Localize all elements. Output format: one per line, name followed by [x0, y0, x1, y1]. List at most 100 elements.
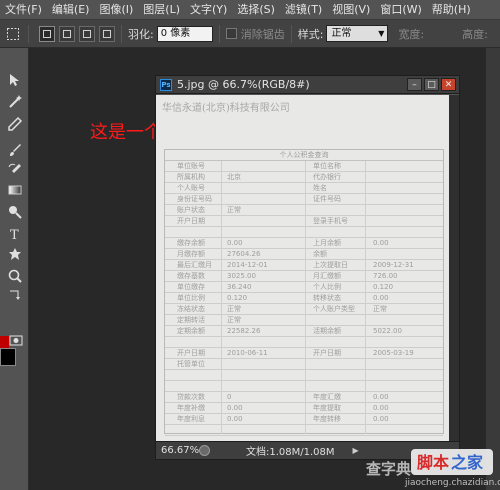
scan-table-cell: 0	[227, 393, 232, 401]
minimize-button[interactable]: –	[407, 78, 422, 91]
maximize-icon: □	[427, 79, 436, 90]
custom-shape-tool[interactable]	[5, 244, 25, 264]
document-scrollbar[interactable]	[449, 95, 459, 442]
scan-company-name: 华信永道(北京)科技有限公司	[162, 103, 290, 114]
menu-select[interactable]: 选择(S)	[232, 0, 280, 20]
zoom-level[interactable]: 66.67%	[161, 445, 199, 456]
scan-table-cell: 0.00	[227, 239, 243, 247]
swap-colors-button[interactable]	[5, 286, 25, 306]
menu-window[interactable]: 窗口(W)	[375, 0, 426, 20]
swap-colors-icon	[10, 290, 20, 300]
zoom-tool[interactable]	[5, 266, 25, 286]
menu-filter[interactable]: 滤镜(T)	[280, 0, 327, 20]
window-controls: – □ ✕	[407, 78, 456, 91]
close-icon: ✕	[444, 79, 453, 90]
scan-table-row	[165, 227, 443, 238]
scan-table-cell: 正常	[227, 305, 241, 313]
options-bar: 羽化: 0 像素 消除锯齿 样式: 正常 ▼ 宽度: 高度:	[0, 20, 500, 48]
eyedropper-tool[interactable]	[5, 114, 25, 134]
status-menu-arrow-icon[interactable]: ▶	[353, 446, 359, 455]
scan-table-cell: 身份证号码	[177, 195, 212, 203]
quick-mask-button[interactable]	[6, 330, 26, 350]
history-brush-tool[interactable]	[5, 160, 25, 180]
subtract-from-selection-button[interactable]	[79, 25, 95, 42]
new-selection-button[interactable]	[39, 25, 55, 42]
feather-input[interactable]: 0 像素	[156, 25, 213, 42]
menu-edit[interactable]: 编辑(E)	[47, 0, 95, 20]
menu-bar: 文件(F) 编辑(E) 图像(I) 图层(L) 文字(Y) 选择(S) 滤镜(T…	[0, 0, 500, 20]
add-to-selection-button[interactable]	[59, 25, 75, 42]
feather-label: 羽化:	[128, 27, 154, 41]
marquee-tool-icon	[7, 27, 19, 40]
quick-mask-icon	[9, 335, 23, 346]
scan-table-cell: 22582.26	[227, 327, 261, 335]
scan-table-cell: 0.00	[373, 404, 389, 412]
menu-view[interactable]: 视图(V)	[327, 0, 375, 20]
scan-table-cell: 3025.00	[227, 272, 256, 280]
scan-table-cell: 开户日期	[177, 349, 205, 357]
scan-table-cell: 姓名	[313, 184, 327, 192]
svg-text:脚本: 脚本	[417, 453, 449, 472]
tool-preset-picker[interactable]	[4, 25, 22, 43]
scan-table-cell: 年度利息	[177, 415, 205, 423]
scan-table-cell: 正常	[373, 305, 387, 313]
scan-column-line	[221, 161, 222, 434]
scan-table-cell: 0.00	[373, 239, 389, 247]
scan-table-row: 最后汇缴月 2014-12-01 上次提取日 2009-12-31	[165, 260, 443, 271]
dodge-tool[interactable]	[5, 202, 25, 222]
scan-table-cell: 月汇缴额	[313, 272, 341, 280]
background-color-swatch[interactable]	[0, 348, 16, 366]
scan-table-cell: 上次提取日	[313, 261, 348, 269]
document-canvas[interactable]: 华信永道(北京)科技有限公司 个人公积金查询 单位账号 单位名称 所属机构 北京 代办银…	[156, 95, 459, 442]
status-info-icon[interactable]	[199, 445, 210, 456]
type-tool[interactable]: T	[5, 224, 25, 244]
magic-wand-icon	[9, 95, 22, 108]
scan-table-row	[165, 370, 443, 381]
eyedropper-icon	[8, 116, 23, 131]
menu-file[interactable]: 文件(F)	[0, 0, 47, 20]
menu-layer[interactable]: 图层(L)	[138, 0, 185, 20]
scan-table-row: 单位账号 单位名称	[165, 161, 443, 172]
scan-table-cell: 托管单位	[177, 360, 205, 368]
menu-type[interactable]: 文字(Y)	[185, 0, 232, 20]
maximize-button[interactable]: □	[424, 78, 439, 91]
chevron-down-icon: ▼	[378, 29, 385, 38]
scan-table-row	[165, 425, 443, 436]
brush-tool[interactable]	[5, 140, 25, 160]
close-button[interactable]: ✕	[441, 78, 456, 91]
separator	[218, 24, 220, 43]
scan-table-cell: 缴存余额	[177, 239, 205, 247]
move-tool[interactable]	[5, 70, 25, 90]
gradient-icon	[8, 185, 22, 195]
menu-help[interactable]: 帮助(H)	[427, 0, 476, 20]
scan-table-cell: 北京	[227, 173, 241, 181]
antialias-checkbox[interactable]	[225, 28, 237, 39]
style-select[interactable]: 正常 ▼	[326, 25, 389, 42]
scan-table-cell: 月缴存额	[177, 250, 205, 258]
magic-wand-tool[interactable]	[5, 92, 25, 112]
gradient-tool[interactable]	[5, 180, 25, 200]
scan-table-cell: 余额	[313, 250, 327, 258]
scan-table-cell: 个人账号	[177, 184, 205, 192]
scan-table-row: 开户日期 2010-06-11 开户日期 2005-03-19	[165, 348, 443, 359]
menu-image[interactable]: 图像(I)	[94, 0, 138, 20]
scan-table-row: 定期转活 正常	[165, 315, 443, 326]
style-label: 样式:	[297, 27, 324, 41]
scan-form-title: 个人公积金查询	[165, 150, 443, 161]
separator	[28, 24, 29, 43]
scan-table-row: 账户状态 正常	[165, 205, 443, 216]
scan-table-cell: 0.00	[227, 404, 243, 412]
scan-table-row: 单位缴存 36.240 个人比例 0.120	[165, 282, 443, 293]
scan-table-cell: 年度补缴	[177, 404, 205, 412]
scan-table-row: 年度补缴 0.00 年度提取 0.00	[165, 403, 443, 414]
scan-table-cell: 0.00	[227, 415, 243, 423]
document-title-bar[interactable]: Ps 5.jpg @ 66.7%(RGB/8#) – □ ✕	[156, 76, 459, 94]
intersect-selection-button[interactable]	[99, 25, 115, 42]
scan-table-row: 所属机构 北京 代办银行	[165, 172, 443, 183]
antialias-label: 消除锯齿	[240, 27, 285, 41]
scan-table-cell: 代办银行	[313, 173, 341, 181]
width-label: 宽度:	[398, 27, 425, 41]
scan-table-cell: 开户日期	[177, 217, 205, 225]
scan-column-line	[305, 161, 306, 434]
scan-table-cell: 冻结状态	[177, 305, 205, 313]
